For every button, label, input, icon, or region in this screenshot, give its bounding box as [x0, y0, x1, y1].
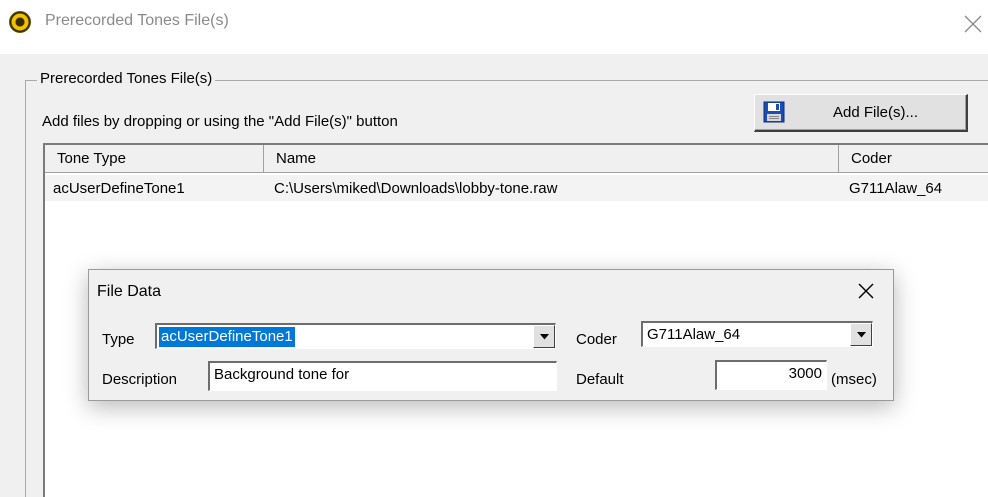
dropdown-arrow-icon — [857, 332, 866, 338]
hint-text: Add files by dropping or using the "Add … — [42, 113, 398, 130]
type-select[interactable]: acUserDefineTone1 — [155, 323, 556, 349]
type-label: Type — [102, 331, 135, 348]
column-header-coder[interactable]: Coder — [839, 145, 988, 172]
cell-coder: G711Alaw_64 — [849, 180, 943, 197]
default-unit: (msec) — [831, 371, 877, 388]
window-titlebar: Prerecorded Tones File(s) — [0, 0, 988, 54]
close-icon[interactable] — [857, 282, 875, 300]
description-label: Description — [102, 371, 178, 388]
column-header-name[interactable]: Name — [264, 145, 839, 172]
list-header: Tone Type Name Coder — [45, 145, 988, 173]
cell-name: C:\Users\miked\Downloads\lobby-tone.raw — [274, 180, 558, 197]
default-label: Default — [576, 371, 624, 388]
add-files-button-label: Add File(s)... — [833, 104, 919, 121]
floppy-disk-icon — [763, 101, 785, 123]
cell-tone-type: acUserDefineTone1 — [53, 180, 185, 197]
dropdown-arrow-icon — [540, 334, 549, 340]
table-row[interactable]: acUserDefineTone1 C:\Users\miked\Downloa… — [45, 175, 988, 201]
file-data-dialog: File Data Type acUserDefineTone1 Coder G… — [88, 269, 894, 401]
default-duration-input[interactable]: 3000 — [715, 360, 827, 390]
coder-select[interactable]: G711Alaw_64 — [641, 321, 873, 347]
app-icon — [9, 11, 31, 33]
type-selected-value: acUserDefineTone1 — [159, 327, 295, 347]
window-title: Prerecorded Tones File(s) — [45, 12, 229, 29]
file-data-title: File Data — [97, 283, 162, 300]
description-input[interactable]: Background tone for — [208, 361, 557, 391]
window-close-icon[interactable] — [963, 14, 983, 34]
coder-selected-value: G711Alaw_64 — [647, 326, 741, 343]
type-dropdown-button[interactable] — [533, 325, 555, 348]
coder-label: Coder — [576, 331, 617, 348]
coder-dropdown-button[interactable] — [850, 323, 872, 346]
group-legend: Prerecorded Tones File(s) — [37, 70, 216, 87]
column-header-tone-type[interactable]: Tone Type — [45, 145, 264, 172]
add-files-button[interactable]: Add File(s)... — [754, 94, 968, 132]
